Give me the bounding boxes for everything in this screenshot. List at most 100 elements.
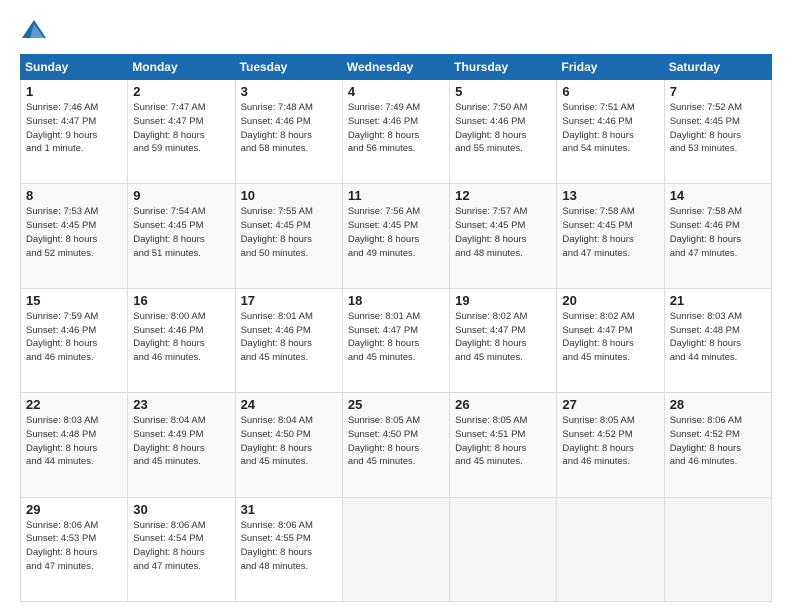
page: SundayMondayTuesdayWednesdayThursdayFrid… [0, 0, 792, 612]
calendar-cell: 23 Sunrise: 8:04 AMSunset: 4:49 PMDayligh… [128, 393, 235, 497]
day-number: 30 [133, 502, 229, 517]
calendar-cell: 28Sunrise: 8:06 AMSunset: 4:52 PMDayligh… [664, 393, 771, 497]
day-number: 10 [241, 188, 337, 203]
calendar-cell: 5 Sunrise: 7:50 AMSunset: 4:46 PMDaylight… [450, 80, 557, 184]
day-number: 26 [455, 397, 551, 412]
calendar-cell: 2Sunrise: 7:47 AMSunset: 4:47 PMDaylight… [128, 80, 235, 184]
day-number: 22 [26, 397, 122, 412]
day-info: Sunrise: 8:04 AMSunset: 4:49 PMDaylight:… [133, 414, 229, 469]
day-info: Sunrise: 7:57 AMSunset: 4:45 PMDaylight:… [455, 205, 551, 260]
weekday-header-saturday: Saturday [664, 55, 771, 80]
calendar-table: SundayMondayTuesdayWednesdayThursdayFrid… [20, 54, 772, 602]
calendar-cell: 11 Sunrise: 7:56 AMSunset: 4:45 PMDayligh… [342, 184, 449, 288]
calendar-cell: 27 Sunrise: 8:05 AMSunset: 4:52 PMDayligh… [557, 393, 664, 497]
day-number: 21 [670, 293, 766, 308]
day-number: 3 [241, 84, 337, 99]
calendar-cell: 17 Sunrise: 8:01 AMSunset: 4:46 PMDayligh… [235, 288, 342, 392]
day-info: Sunrise: 7:54 AMSunset: 4:45 PMDaylight:… [133, 205, 229, 260]
day-number: 19 [455, 293, 551, 308]
day-info: Sunrise: 7:58 AMSunset: 4:46 PMDaylight:… [670, 205, 766, 260]
day-number: 6 [562, 84, 658, 99]
calendar-cell: 7 Sunrise: 7:52 AMSunset: 4:45 PMDaylight… [664, 80, 771, 184]
calendar-cell [450, 497, 557, 601]
day-info: Sunrise: 8:06 AMSunset: 4:52 PMDaylight:… [670, 414, 766, 469]
calendar-cell: 16Sunrise: 8:00 AMSunset: 4:46 PMDayligh… [128, 288, 235, 392]
calendar-cell: 13Sunrise: 7:58 AMSunset: 4:45 PMDayligh… [557, 184, 664, 288]
calendar-cell: 22Sunrise: 8:03 AMSunset: 4:48 PMDayligh… [21, 393, 128, 497]
day-info: Sunrise: 8:06 AMSunset: 4:55 PMDaylight:… [241, 519, 337, 574]
logo [20, 16, 54, 44]
day-info: Sunrise: 8:04 AMSunset: 4:50 PMDaylight:… [241, 414, 337, 469]
day-number: 11 [348, 188, 444, 203]
calendar-cell [342, 497, 449, 601]
day-info: Sunrise: 7:46 AMSunset: 4:47 PMDaylight:… [26, 101, 122, 156]
day-number: 12 [455, 188, 551, 203]
day-number: 14 [670, 188, 766, 203]
calendar-cell: 1 Sunrise: 7:46 AMSunset: 4:47 PMDaylight… [21, 80, 128, 184]
weekday-header-row: SundayMondayTuesdayWednesdayThursdayFrid… [21, 55, 772, 80]
calendar-week-2: 8 Sunrise: 7:53 AMSunset: 4:45 PMDaylight… [21, 184, 772, 288]
day-number: 31 [241, 502, 337, 517]
calendar-cell [557, 497, 664, 601]
day-number: 25 [348, 397, 444, 412]
day-info: Sunrise: 8:02 AMSunset: 4:47 PMDaylight:… [455, 310, 551, 365]
weekday-header-monday: Monday [128, 55, 235, 80]
calendar-cell: 8 Sunrise: 7:53 AMSunset: 4:45 PMDaylight… [21, 184, 128, 288]
day-number: 1 [26, 84, 122, 99]
calendar-cell: 30 Sunrise: 8:06 AMSunset: 4:54 PMDayligh… [128, 497, 235, 601]
calendar-week-1: 1 Sunrise: 7:46 AMSunset: 4:47 PMDaylight… [21, 80, 772, 184]
calendar-cell: 20 Sunrise: 8:02 AMSunset: 4:47 PMDayligh… [557, 288, 664, 392]
calendar-cell: 31 Sunrise: 8:06 AMSunset: 4:55 PMDayligh… [235, 497, 342, 601]
weekday-header-thursday: Thursday [450, 55, 557, 80]
calendar-cell: 25 Sunrise: 8:05 AMSunset: 4:50 PMDayligh… [342, 393, 449, 497]
calendar-cell: 12 Sunrise: 7:57 AMSunset: 4:45 PMDayligh… [450, 184, 557, 288]
day-number: 23 [133, 397, 229, 412]
day-number: 9 [133, 188, 229, 203]
day-number: 27 [562, 397, 658, 412]
day-info: Sunrise: 7:51 AMSunset: 4:46 PMDaylight:… [562, 101, 658, 156]
day-info: Sunrise: 8:01 AMSunset: 4:47 PMDaylight:… [348, 310, 444, 365]
calendar-week-3: 15 Sunrise: 7:59 AMSunset: 4:46 PMDayligh… [21, 288, 772, 392]
day-info: Sunrise: 7:49 AMSunset: 4:46 PMDaylight:… [348, 101, 444, 156]
day-info: Sunrise: 7:52 AMSunset: 4:45 PMDaylight:… [670, 101, 766, 156]
day-info: Sunrise: 8:06 AMSunset: 4:54 PMDaylight:… [133, 519, 229, 574]
day-info: Sunrise: 7:58 AMSunset: 4:45 PMDaylight:… [562, 205, 658, 260]
calendar-cell: 19 Sunrise: 8:02 AMSunset: 4:47 PMDayligh… [450, 288, 557, 392]
day-number: 18 [348, 293, 444, 308]
calendar-cell [664, 497, 771, 601]
calendar-cell: 26 Sunrise: 8:05 AMSunset: 4:51 PMDayligh… [450, 393, 557, 497]
day-info: Sunrise: 7:47 AMSunset: 4:47 PMDaylight:… [133, 101, 229, 156]
day-info: Sunrise: 8:05 AMSunset: 4:52 PMDaylight:… [562, 414, 658, 469]
header [20, 16, 772, 44]
day-info: Sunrise: 7:53 AMSunset: 4:45 PMDaylight:… [26, 205, 122, 260]
day-info: Sunrise: 8:02 AMSunset: 4:47 PMDaylight:… [562, 310, 658, 365]
weekday-header-tuesday: Tuesday [235, 55, 342, 80]
day-info: Sunrise: 7:56 AMSunset: 4:45 PMDaylight:… [348, 205, 444, 260]
day-number: 16 [133, 293, 229, 308]
day-info: Sunrise: 7:50 AMSunset: 4:46 PMDaylight:… [455, 101, 551, 156]
day-info: Sunrise: 8:03 AMSunset: 4:48 PMDaylight:… [670, 310, 766, 365]
weekday-header-wednesday: Wednesday [342, 55, 449, 80]
day-info: Sunrise: 8:05 AMSunset: 4:50 PMDaylight:… [348, 414, 444, 469]
day-number: 20 [562, 293, 658, 308]
day-number: 5 [455, 84, 551, 99]
logo-icon [20, 16, 48, 44]
day-number: 15 [26, 293, 122, 308]
day-number: 29 [26, 502, 122, 517]
calendar-cell: 4Sunrise: 7:49 AMSunset: 4:46 PMDaylight… [342, 80, 449, 184]
calendar-cell: 29 Sunrise: 8:06 AMSunset: 4:53 PMDayligh… [21, 497, 128, 601]
calendar-cell: 24Sunrise: 8:04 AMSunset: 4:50 PMDayligh… [235, 393, 342, 497]
day-info: Sunrise: 7:59 AMSunset: 4:46 PMDaylight:… [26, 310, 122, 365]
day-info: Sunrise: 8:05 AMSunset: 4:51 PMDaylight:… [455, 414, 551, 469]
calendar-week-5: 29 Sunrise: 8:06 AMSunset: 4:53 PMDayligh… [21, 497, 772, 601]
day-info: Sunrise: 8:01 AMSunset: 4:46 PMDaylight:… [241, 310, 337, 365]
calendar-cell: 10 Sunrise: 7:55 AMSunset: 4:45 PMDayligh… [235, 184, 342, 288]
day-info: Sunrise: 7:55 AMSunset: 4:45 PMDaylight:… [241, 205, 337, 260]
day-number: 8 [26, 188, 122, 203]
calendar-cell: 18 Sunrise: 8:01 AMSunset: 4:47 PMDayligh… [342, 288, 449, 392]
calendar-cell: 21 Sunrise: 8:03 AMSunset: 4:48 PMDayligh… [664, 288, 771, 392]
day-number: 17 [241, 293, 337, 308]
day-info: Sunrise: 8:06 AMSunset: 4:53 PMDaylight:… [26, 519, 122, 574]
day-number: 7 [670, 84, 766, 99]
calendar-cell: 9 Sunrise: 7:54 AMSunset: 4:45 PMDaylight… [128, 184, 235, 288]
